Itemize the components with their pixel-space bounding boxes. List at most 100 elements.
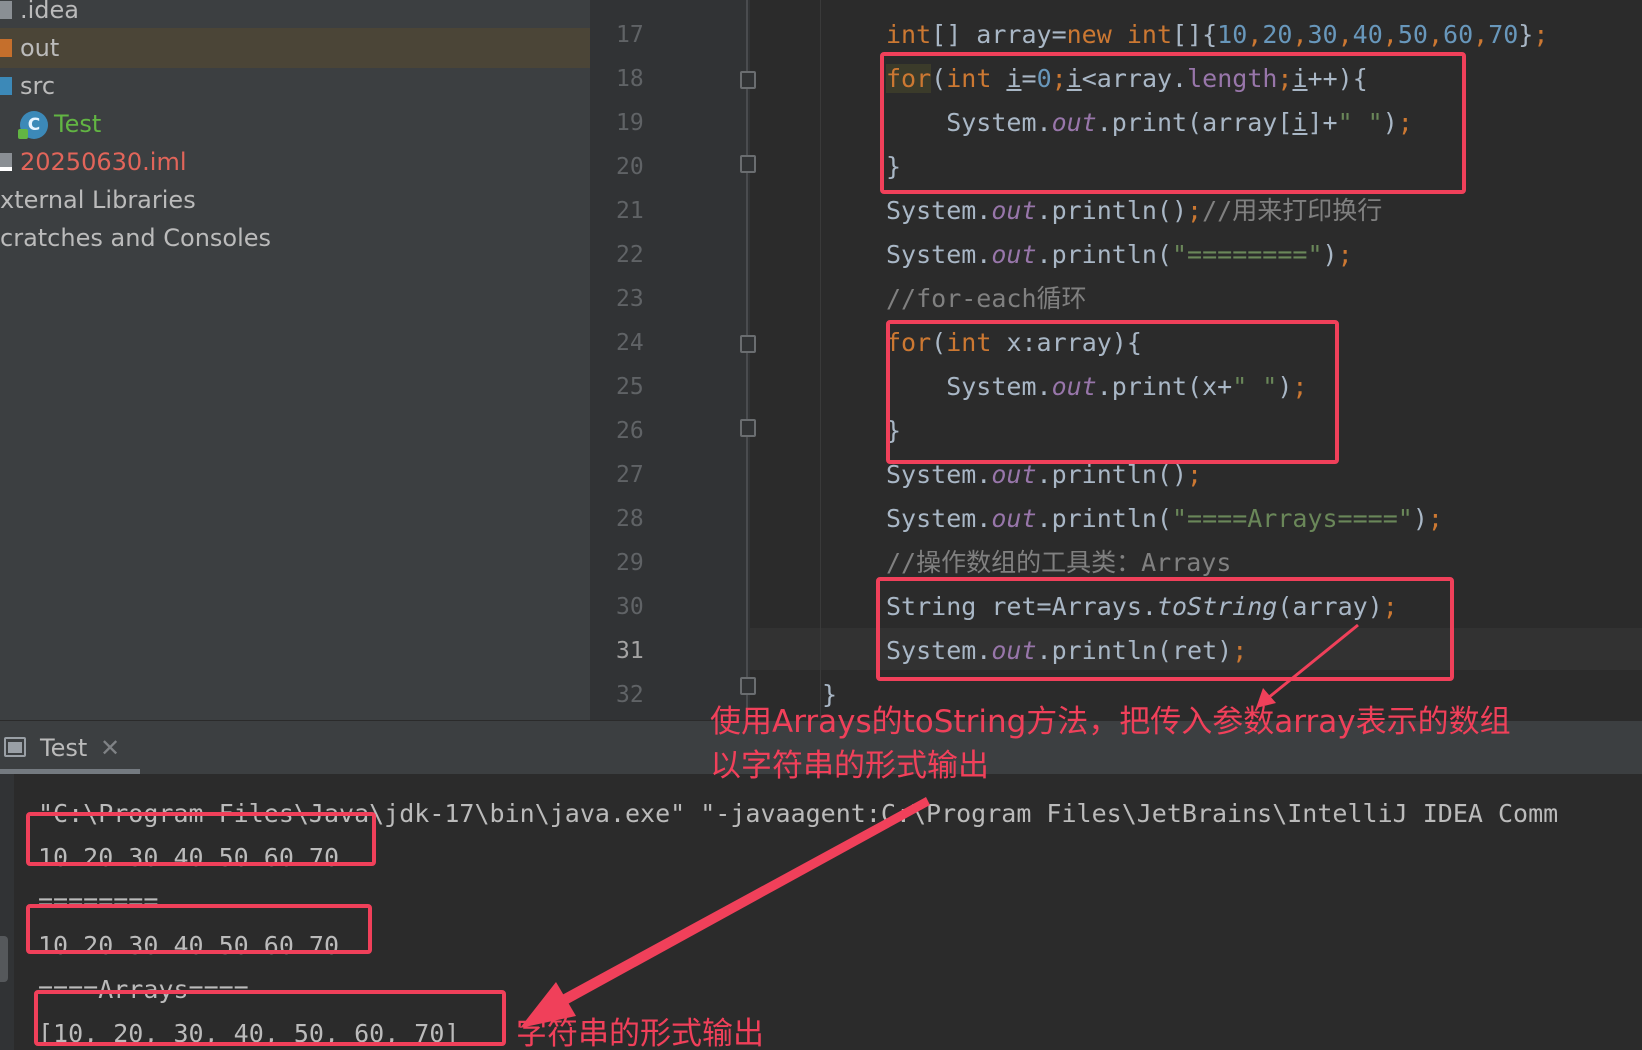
line-number: 28 [616, 506, 644, 532]
code-token: []{ [1172, 20, 1218, 49]
code-line[interactable]: int[] array=new int[]{10,20,30,40,50,60,… [886, 13, 1548, 57]
module-file-icon [0, 153, 12, 171]
code-token: .println( [1036, 504, 1172, 533]
highlight-box-for-each-loop [886, 320, 1339, 464]
annotation-tostring-line2: 以字符串的形式输出 [710, 748, 989, 784]
code-token: out [991, 196, 1037, 225]
code-token: .println() [1036, 460, 1188, 489]
folder-icon [0, 77, 12, 95]
line-number: 20 [616, 154, 644, 180]
code-token: "========" [1171, 240, 1323, 269]
tree-item-label: src [20, 72, 56, 100]
editor-gutter [590, 0, 750, 720]
highlight-box-output-2 [26, 904, 372, 954]
highlight-box-output-3 [34, 990, 506, 1046]
code-token: ) [1322, 240, 1338, 269]
code-token: ; [1533, 20, 1549, 49]
code-token: System. [886, 460, 992, 489]
highlight-box-output-1 [26, 812, 376, 866]
fold-marker-icon[interactable] [740, 335, 756, 353]
indent-guide [820, 0, 821, 720]
tree-item-label: cratches and Consoles [0, 224, 272, 252]
code-token: .println( [1036, 240, 1172, 269]
tree-item-external-libraries[interactable]: xternal Libraries [0, 180, 590, 220]
console-toolbar-handle [0, 936, 8, 982]
tree-item-idea[interactable]: .idea [0, 0, 590, 30]
line-number: 24 [616, 330, 644, 356]
console-gutter [0, 774, 14, 1050]
code-token: ; [1427, 504, 1443, 533]
code-token: ) [1412, 504, 1428, 533]
code-token: , [1292, 20, 1308, 49]
code-line[interactable]: System.out.println("========"); [886, 233, 1353, 277]
code-token: , [1247, 20, 1263, 49]
line-number: 21 [616, 198, 644, 224]
code-token: ; [1337, 240, 1353, 269]
line-number: 22 [616, 242, 644, 268]
code-token: //用来打印换行 [1202, 196, 1383, 225]
folder-icon [0, 39, 12, 57]
fold-marker-icon[interactable] [740, 677, 756, 695]
annotation-tostring-line1: 使用Arrays的toString方法，把传入参数array表示的数组 [710, 704, 1511, 740]
java-class-icon: C [18, 111, 48, 139]
tree-item-scratches[interactable]: cratches and Consoles [0, 218, 590, 258]
code-token: 50 [1397, 20, 1428, 49]
line-number: 26 [616, 418, 644, 444]
code-token: int [886, 20, 932, 49]
code-token: new [1066, 20, 1127, 49]
code-token: ; [1187, 460, 1203, 489]
code-token: //操作数组的工具类：Arrays [886, 548, 1232, 577]
code-token: 60 [1443, 20, 1474, 49]
fold-marker-icon[interactable] [740, 155, 756, 173]
tree-item-out[interactable]: out [0, 28, 590, 68]
line-number: 17 [616, 22, 644, 48]
code-line[interactable]: System.out.println("====Arrays===="); [886, 497, 1443, 541]
code-line[interactable]: System.out.println();//用来打印换行 [886, 189, 1382, 233]
tree-item-test-class[interactable]: C Test [0, 104, 590, 144]
highlight-box-for-loop [880, 52, 1466, 194]
code-token: int [1126, 20, 1172, 49]
line-number: 30 [616, 594, 644, 620]
code-token: 30 [1307, 20, 1338, 49]
tree-item-label: 20250630.iml [20, 148, 187, 176]
line-number: 29 [616, 550, 644, 576]
line-number: 23 [616, 286, 644, 312]
line-number: 19 [616, 110, 644, 136]
line-number: 18 [616, 66, 644, 92]
tree-item-iml[interactable]: 20250630.iml [0, 142, 590, 182]
annotation-output-note: 字符串的形式输出 [516, 1016, 764, 1050]
run-tab[interactable]: Test ✕ [0, 721, 140, 775]
code-token: , [1427, 20, 1444, 49]
code-token: } [1518, 20, 1534, 49]
close-icon[interactable]: ✕ [100, 732, 120, 764]
code-token: "====Arrays====" [1171, 504, 1413, 533]
line-number: 31 [616, 638, 644, 664]
code-token: //for-each循环 [886, 284, 1087, 313]
fold-marker-icon[interactable] [740, 71, 756, 89]
run-tab-label: Test [40, 734, 88, 762]
code-token: 20 [1262, 20, 1293, 49]
code-token: 10 [1217, 20, 1248, 49]
tree-item-label: .idea [20, 0, 80, 24]
code-token: out [991, 240, 1037, 269]
code-token: System. [886, 504, 992, 533]
folder-icon [0, 1, 12, 19]
code-token: [] array= [931, 20, 1067, 49]
fold-marker-icon[interactable] [740, 419, 756, 437]
code-line[interactable]: //for-each循环 [886, 277, 1087, 321]
code-token: , [1337, 20, 1353, 49]
code-token: 40 [1352, 20, 1383, 49]
code-token: System. [886, 240, 992, 269]
code-token: out [991, 504, 1037, 533]
code-token: System. [886, 196, 992, 225]
line-number: 25 [616, 374, 644, 400]
code-token: out [991, 460, 1037, 489]
console-icon [4, 737, 26, 757]
tree-item-label: out [20, 34, 60, 62]
line-number: 32 [616, 682, 644, 708]
code-token: ; [1187, 196, 1203, 225]
code-token: .println() [1036, 196, 1188, 225]
tree-item-src[interactable]: src [0, 66, 590, 106]
highlight-box-arrays-tostring [876, 577, 1454, 681]
fold-guide [746, 0, 748, 720]
